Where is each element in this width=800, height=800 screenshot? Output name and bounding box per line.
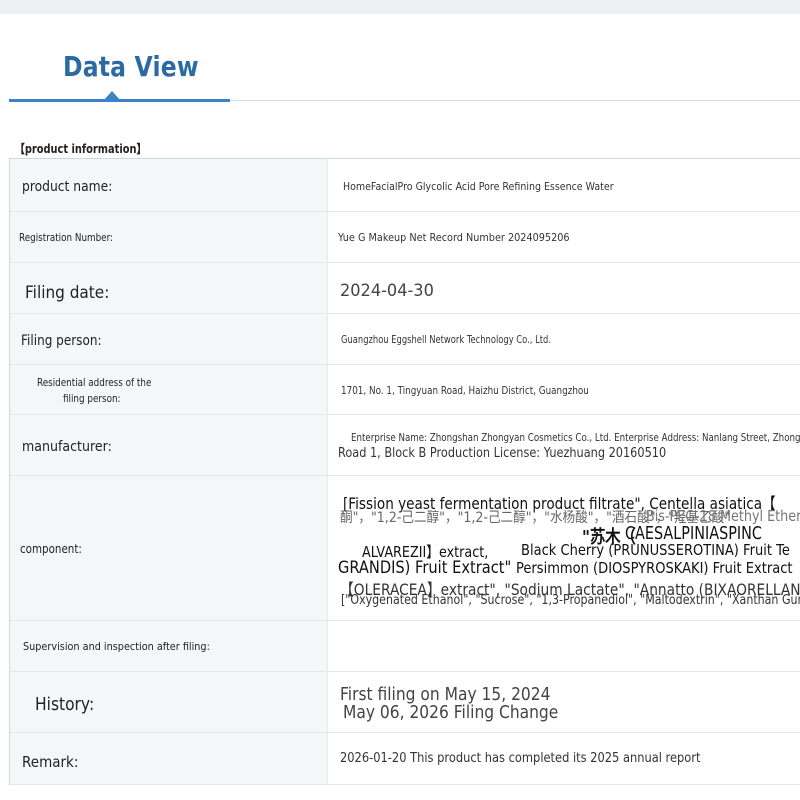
label-cell: History: [10,672,328,732]
row-registration-number: Registration Number: Yue G Makeup Net Re… [10,212,800,263]
value-cell: Enterprise Name: Zhongshan Zhongyan Cosm… [328,415,800,475]
component-line-5a: GRANDIS) Fruit Extract" [338,558,512,578]
label-cell: Filing person: [10,314,328,364]
filing-date-label: Filing date: [25,283,110,303]
component-line-5b: Persimmon (DIOSPYROSKAKI) Fruit Extract [516,559,793,577]
label-cell: Residential address of the filing person… [10,365,328,414]
manufacturer-value-line2: Road 1, Block B Production License: Yuez… [338,446,667,461]
product-name-value: HomeFacialPro Glycolic Acid Pore Refinin… [343,180,614,193]
label-cell: Filing date: [10,263,328,313]
product-info-table: product name: HomeFacialPro Glycolic Aci… [9,158,800,785]
label-cell: component: [10,476,328,620]
component-label: component: [20,542,82,556]
residential-address-label-line1: Residential address of the [37,376,152,389]
label-cell: manufacturer: [10,415,328,475]
value-cell: 1701, No. 1, Tingyuan Road, Haizhu Distr… [328,365,800,414]
history-label: History: [35,694,95,715]
product-name-label: product name: [22,179,113,195]
history-line-2: May 06, 2026 Filing Change [343,702,559,723]
filing-person-label: Filing person: [21,333,102,349]
row-remark: Remark: 2026-01-20 This product has comp… [10,733,800,785]
value-cell: First filing on May 15, 2024 May 06, 202… [328,672,800,732]
filing-person-value: Guangzhou Eggshell Network Technology Co… [341,333,551,346]
remark-value: 2026-01-20 This product has completed it… [340,751,701,766]
row-filing-date: Filing date: 2024-04-30 [10,263,800,314]
manufacturer-label: manufacturer: [22,439,112,455]
value-cell: HomeFacialPro Glycolic Acid Pore Refinin… [328,159,800,211]
registration-number-value: Yue G Makeup Net Record Number 202409520… [338,231,570,244]
manufacturer-value-line1: Enterprise Name: Zhongshan Zhongyan Cosm… [351,431,800,444]
section-title: 【product information】 [15,142,147,156]
tab-bar: Data View [0,14,800,104]
value-cell: 2024-04-30 [328,263,800,313]
row-manufacturer: manufacturer: Enterprise Name: Zhongshan… [10,415,800,476]
registration-number-label: Registration Number: [19,231,114,244]
label-cell: Remark: [10,733,328,784]
label-cell: Supervision and inspection after filing: [10,621,328,671]
label-cell: product name: [10,159,328,211]
label-cell: Registration Number: [10,212,328,262]
row-history: History: First filing on May 15, 2024 Ma… [10,672,800,733]
component-value: [Fission yeast fermentation product filt… [328,476,800,620]
supervision-label: Supervision and inspection after filing: [23,640,210,653]
value-cell: Guangzhou Eggshell Network Technology Co… [328,314,800,364]
residential-address-label-line2: filing person: [63,392,121,405]
filing-date-value: 2024-04-30 [340,281,434,301]
supervision-value [328,621,800,671]
tab-data-view[interactable]: Data View [63,50,199,83]
row-component: component: [Fission yeast fermentation p… [10,476,800,621]
value-cell: 2026-01-20 This product has completed it… [328,733,800,784]
top-strip [0,0,800,14]
caret-up-icon [104,91,120,100]
tab-divider [230,100,800,101]
component-line-4b: Black Cherry (PRUNUSSEROTINA) Fruit Te [521,541,790,559]
row-residential-address: Residential address of the filing person… [10,365,800,415]
row-filing-person: Filing person: Guangzhou Eggshell Networ… [10,314,800,365]
residential-address-value: 1701, No. 1, Tingyuan Road, Haizhu Distr… [341,384,589,397]
row-product-name: product name: HomeFacialPro Glycolic Aci… [10,159,800,212]
component-line-7: ["Oxygenated Ethanol", "Sucrose", "1,3-P… [341,593,800,608]
value-cell: Yue G Makeup Net Record Number 202409520… [328,212,800,262]
row-supervision: Supervision and inspection after filing: [10,621,800,672]
remark-label: Remark: [22,753,79,771]
